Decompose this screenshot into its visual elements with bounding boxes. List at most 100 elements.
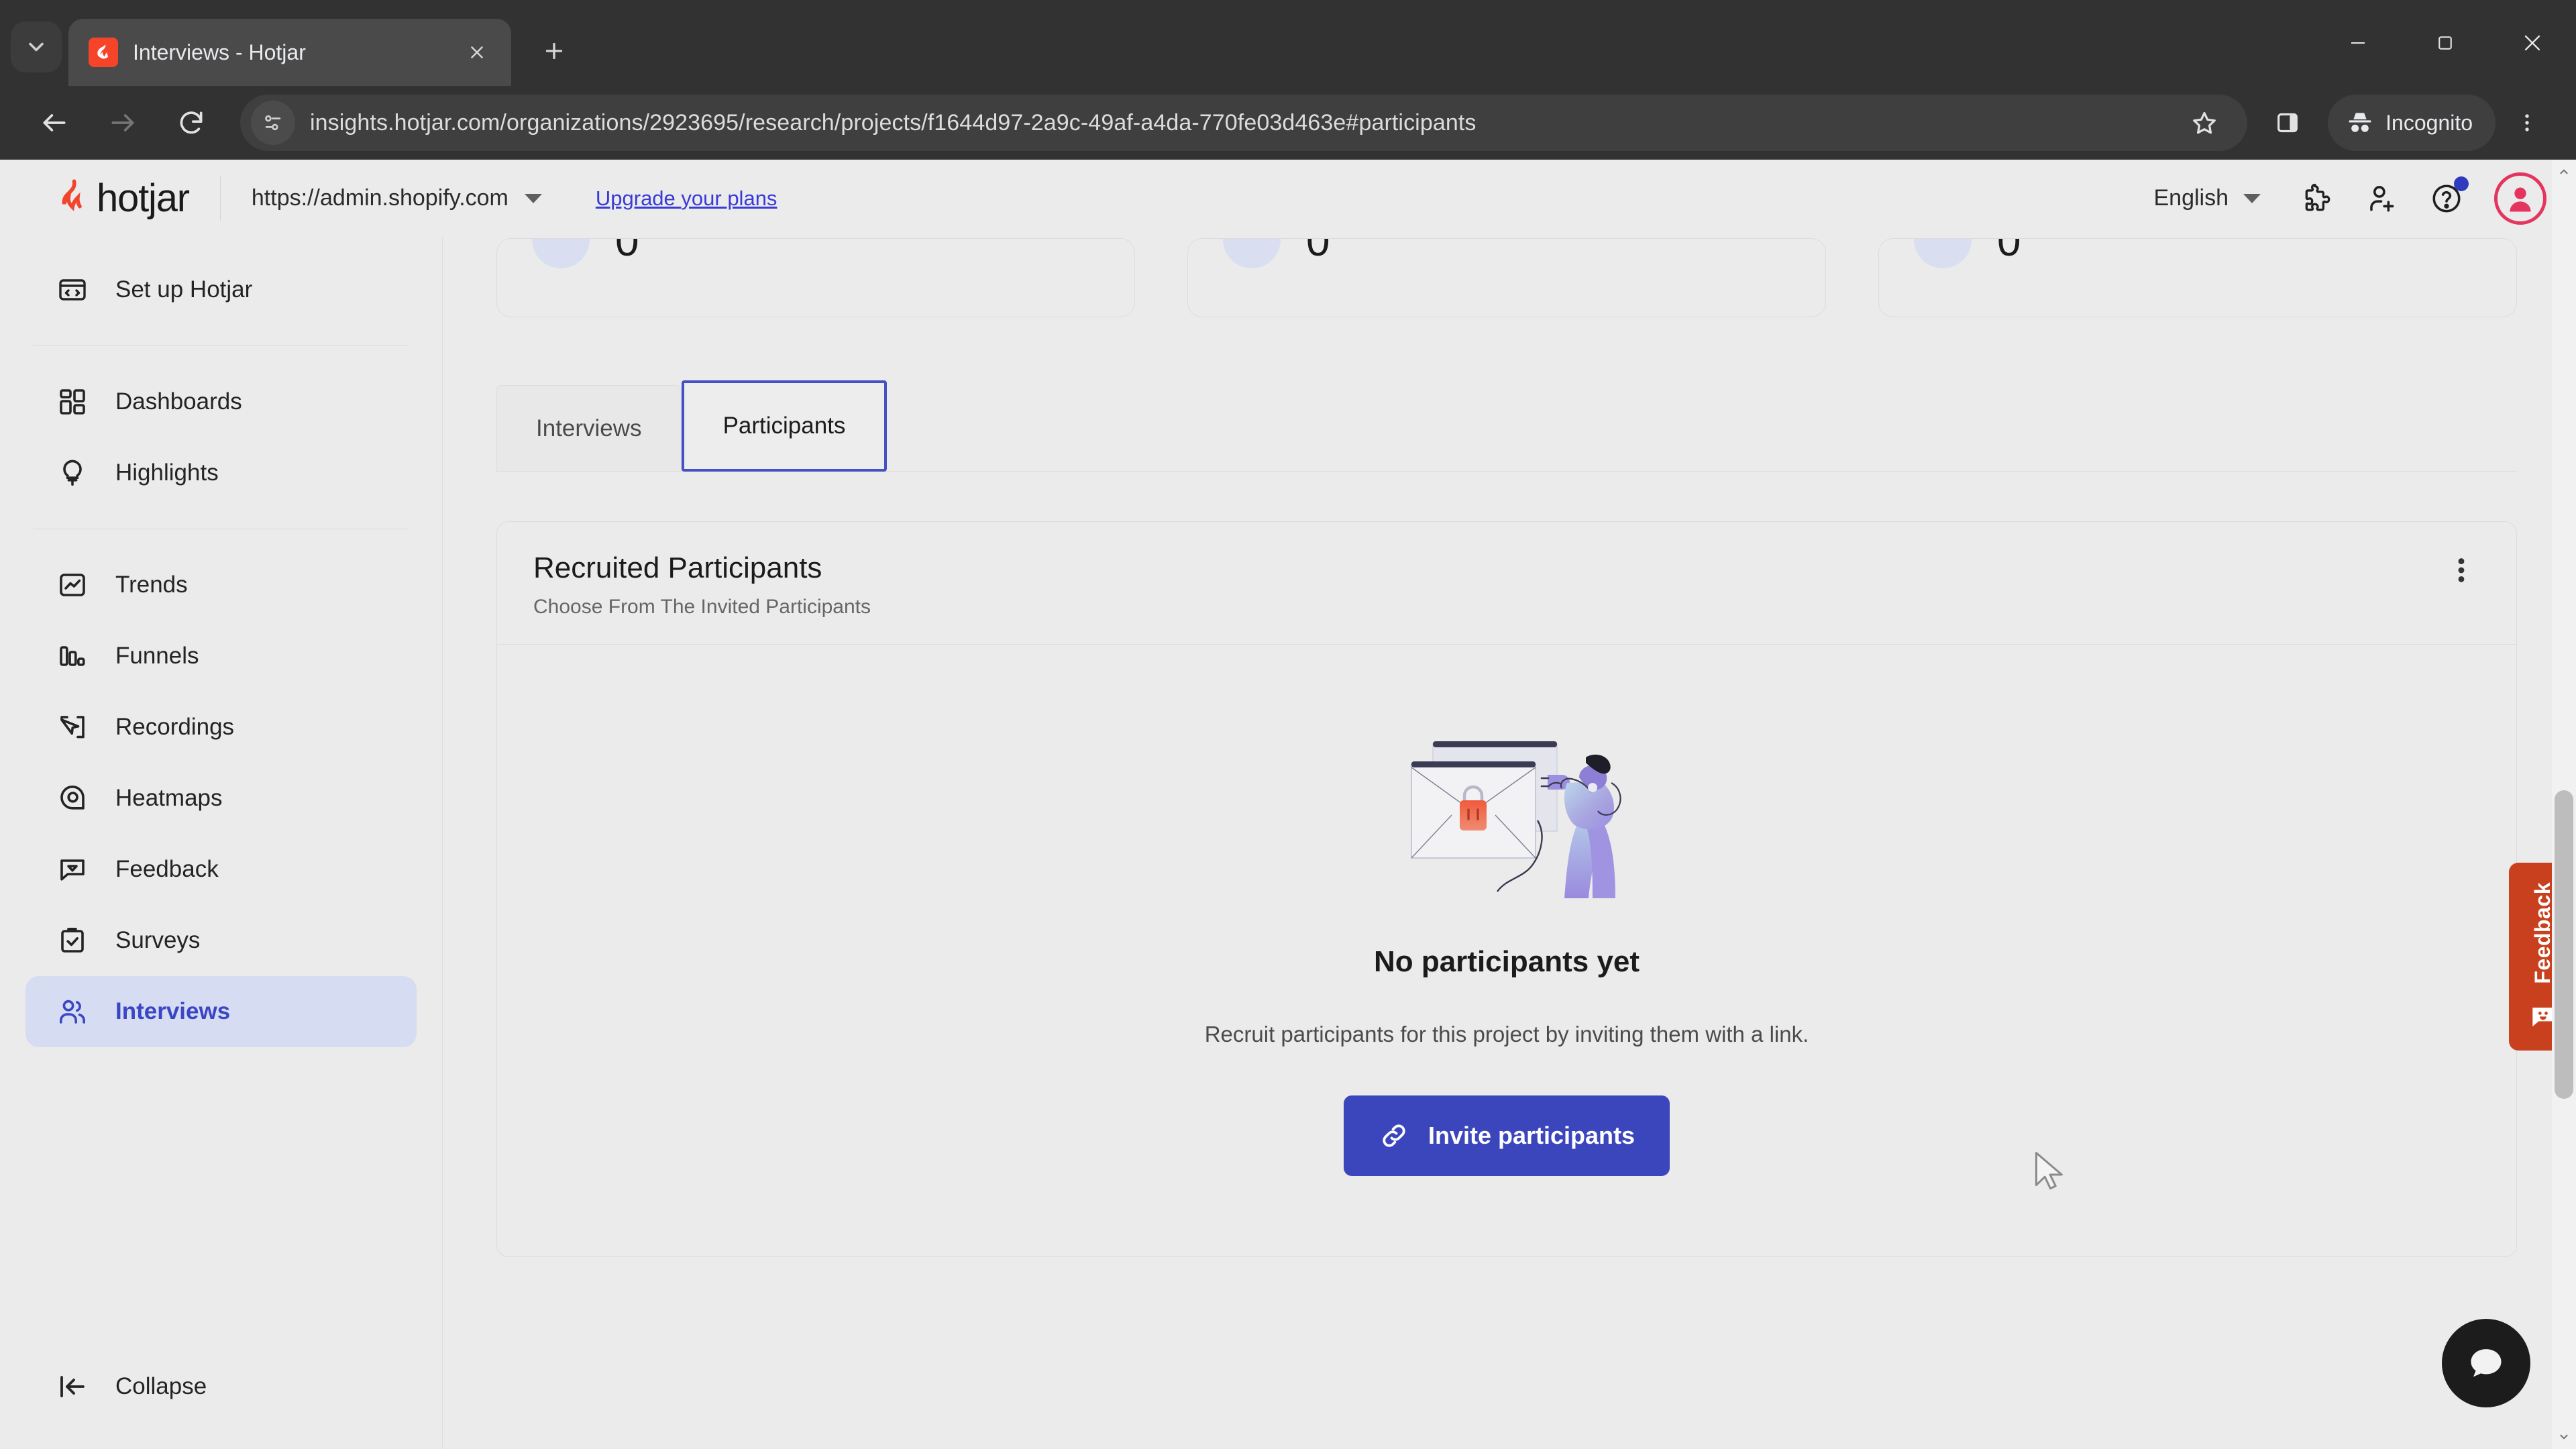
speech-bubble-icon (55, 852, 90, 887)
forward-arrow-icon (111, 114, 134, 131)
back-button[interactable] (23, 91, 86, 154)
stat-value: 0 (615, 238, 639, 265)
sidebar-item-label: Funnels (115, 643, 199, 669)
browser-tab[interactable]: Interviews - Hotjar (68, 19, 511, 86)
bookmark-button[interactable] (2176, 95, 2233, 151)
chevron-up-icon (2560, 169, 2568, 174)
locked-envelope-with-person-illustration (1411, 741, 1621, 898)
sidebar-collapse-label: Collapse (115, 1373, 207, 1399)
sidebar-item-dashboards[interactable]: Dashboards (25, 366, 417, 437)
card-header: Recruited Participants Choose From The I… (497, 522, 2516, 645)
user-avatar-icon (2510, 187, 2531, 211)
invite-participants-button[interactable]: Invite participants (1343, 1095, 1670, 1176)
content-tabs: Interviews Participants (496, 370, 2517, 472)
sidebar-item-recordings[interactable]: Recordings (25, 692, 417, 763)
trend-chart-icon (55, 568, 90, 602)
tab-strip: Interviews - Hotjar (0, 0, 2576, 86)
vertical-dots-icon (2458, 558, 2465, 582)
window-controls (2314, 0, 2576, 86)
profile-incognito-button[interactable]: Incognito (2328, 95, 2496, 151)
empty-state: No participants yet Recruit participants… (497, 645, 2516, 1256)
link-chain-icon (1383, 1124, 1405, 1147)
address-bar[interactable]: insights.hotjar.com/organizations/292369… (240, 95, 2248, 151)
heatmap-pin-icon (55, 781, 90, 816)
invite-user-button[interactable] (2356, 172, 2408, 225)
sidebar-item-label: Dashboards (115, 388, 242, 415)
language-selector[interactable]: English (2153, 185, 2261, 211)
language-value: English (2153, 185, 2229, 211)
logo-text: hotjar (97, 176, 190, 220)
sidebar-item-label: Set up Hotjar (115, 276, 253, 303)
close-icon (471, 46, 483, 58)
sidebar-item-label: Surveys (115, 927, 201, 953)
feedback-tab-label: Feedback (2530, 882, 2555, 984)
chevron-down-icon (2243, 193, 2261, 203)
site-selector-value: https://admin.shopify.com (251, 185, 508, 211)
help-button[interactable] (2420, 172, 2473, 225)
sidebar-item-set-up-hotjar[interactable]: Set up Hotjar (25, 254, 417, 325)
tab-interviews[interactable]: Interviews (496, 385, 682, 471)
chat-widget-button[interactable] (2442, 1319, 2530, 1407)
new-tab-button[interactable] (529, 25, 580, 76)
scrollbar-thumb[interactable] (2555, 790, 2573, 1099)
stat-value: 0 (1306, 238, 1330, 265)
card-subtitle: Choose From The Invited Participants (533, 596, 871, 618)
clipboard-check-icon (55, 923, 90, 958)
sidebar-collapse-button[interactable]: Collapse (25, 1351, 417, 1422)
empty-state-title: No participants yet (1373, 945, 1640, 978)
sidebar-item-highlights[interactable]: Highlights (25, 437, 417, 508)
sidebar-item-funnels[interactable]: Funnels (25, 621, 417, 692)
browser-window: Interviews - Hotjar insights.hotjar.com/… (0, 0, 2576, 1449)
main-content: 0 0 0 Interviews Participants Recruited … (443, 237, 2576, 1449)
sidebar-item-heatmaps[interactable]: Heatmaps (25, 763, 417, 834)
minimize-button[interactable] (2314, 0, 2402, 86)
sidebar-item-label: Highlights (115, 460, 219, 486)
card-title: Recruited Participants (533, 551, 822, 584)
lightbulb-icon (55, 455, 90, 490)
sidebar-divider (34, 345, 409, 346)
sidebar-item-feedback[interactable]: Feedback (25, 834, 417, 905)
minimize-icon (2351, 42, 2365, 44)
card-options-button[interactable] (2443, 551, 2480, 589)
tab-search-button[interactable] (11, 21, 62, 72)
sidebar-item-trends[interactable]: Trends (25, 549, 417, 621)
upgrade-plans-link[interactable]: Upgrade your plans (596, 186, 777, 211)
bar-chart-icon (55, 639, 90, 674)
extensions-button[interactable] (2292, 172, 2344, 225)
maximize-icon (2438, 36, 2452, 50)
browser-menu-button[interactable] (2501, 95, 2553, 151)
stat-card: 0 (1878, 238, 2517, 317)
sidebar-item-surveys[interactable]: Surveys (25, 905, 417, 976)
side-panel-button[interactable] (2259, 95, 2316, 151)
reload-button[interactable] (160, 91, 223, 154)
url-text: insights.hotjar.com/organizations/292369… (310, 109, 1477, 136)
forward-button[interactable] (91, 91, 154, 154)
site-settings-icon[interactable] (251, 101, 295, 145)
hotjar-logo[interactable]: hotjar (52, 176, 190, 221)
back-arrow-icon (43, 114, 66, 131)
tab-close-button[interactable] (460, 36, 494, 69)
star-icon (2193, 111, 2216, 134)
site-selector[interactable]: https://admin.shopify.com (252, 185, 542, 211)
header-divider (219, 176, 221, 221)
sidebar-item-interviews[interactable]: Interviews (25, 976, 417, 1047)
side-panel-icon (2277, 113, 2298, 133)
page-viewport: hotjar https://admin.shopify.com Upgrade… (0, 160, 2576, 1449)
puzzle-piece-icon (2305, 183, 2330, 211)
maximize-button[interactable] (2402, 0, 2489, 86)
app-header: hotjar https://admin.shopify.com Upgrade… (0, 160, 2576, 237)
sidebar: Set up Hotjar Dashboards Highlights Tren… (0, 237, 443, 1449)
sidebar-item-label: Heatmaps (115, 785, 223, 811)
sidebar-item-label: Feedback (115, 856, 219, 882)
page-scrollbar[interactable] (2552, 160, 2576, 1449)
address-toolbar: insights.hotjar.com/organizations/292369… (0, 86, 2576, 160)
stats-row: 0 0 0 (496, 237, 2517, 317)
avatar[interactable] (2494, 172, 2546, 225)
profile-label: Incognito (2385, 110, 2473, 135)
incognito-hat-icon (2349, 113, 2371, 132)
close-window-button[interactable] (2489, 0, 2576, 86)
tab-participants[interactable]: Participants (681, 380, 888, 472)
scrollbar-down-arrow[interactable] (2552, 1425, 2576, 1449)
scrollbar-up-arrow[interactable] (2552, 160, 2576, 184)
stat-icon-badge (532, 239, 590, 268)
